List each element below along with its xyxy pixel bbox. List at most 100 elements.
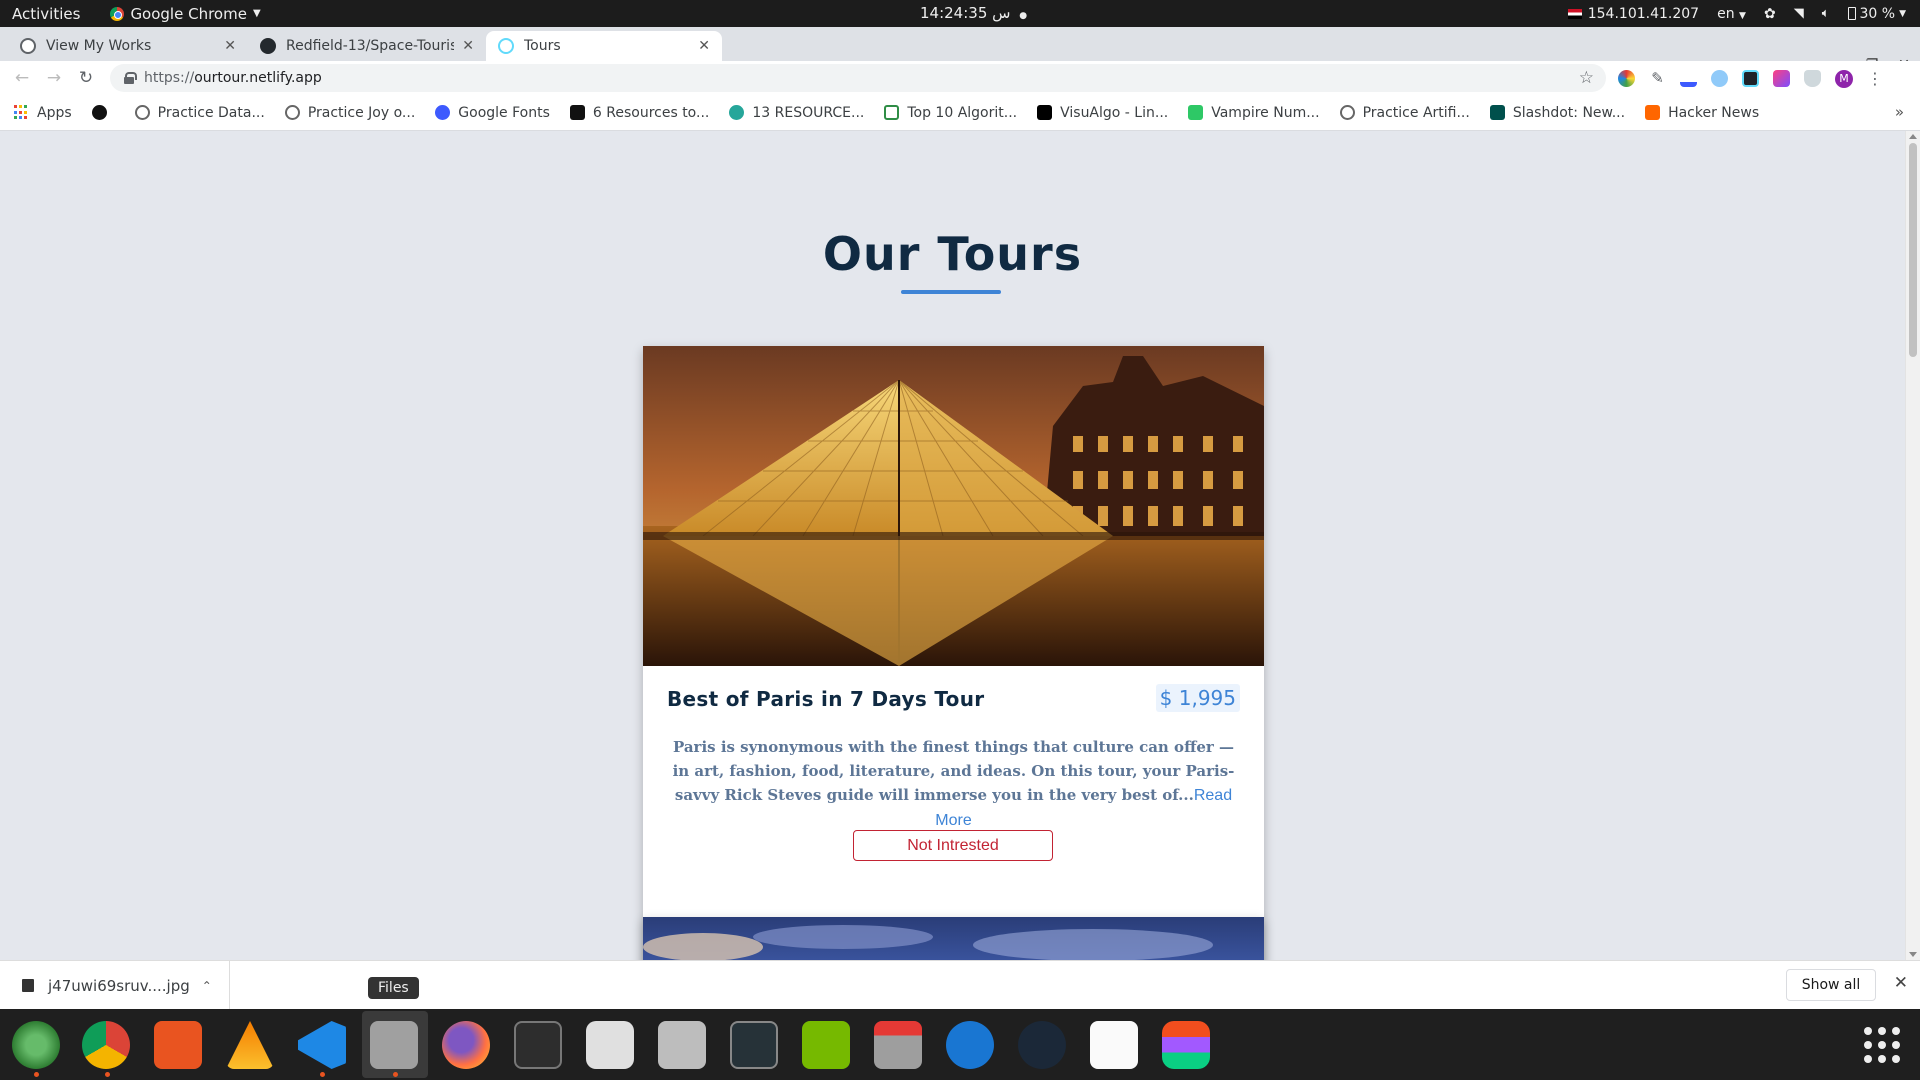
activities-button[interactable]: Activities <box>12 5 80 23</box>
bookmark-github[interactable] <box>91 105 115 120</box>
clock-label: 14:24:35 س <box>920 4 1011 22</box>
vpn-indicator[interactable]: 154.101.41.207 <box>1567 5 1700 22</box>
figma-icon[interactable] <box>1162 1021 1210 1069</box>
bookmark-slashdot[interactable]: Slashdot: New... <box>1489 105 1625 121</box>
battery-icon <box>1847 7 1856 20</box>
tab-title: View My Works <box>46 38 152 54</box>
software-center-icon[interactable] <box>154 1021 202 1069</box>
running-indicator <box>34 1072 39 1077</box>
bookmark-label: 6 Resources to... <box>592 104 710 121</box>
shield-extension-icon[interactable] <box>1804 70 1821 87</box>
wappalyzer-extension-icon[interactable] <box>1711 70 1728 87</box>
app-menu[interactable]: Google Chrome ▼ <box>110 4 261 23</box>
scrollbar-thumb[interactable] <box>1909 143 1917 357</box>
menu-kebab-icon[interactable]: ⋮ <box>1867 69 1883 88</box>
site-icon <box>729 105 745 120</box>
show-all-button[interactable]: Show all <box>1786 969 1876 1001</box>
lock-icon[interactable] <box>124 72 137 84</box>
ip-address: 154.101.41.207 <box>1587 5 1700 22</box>
bookmark-vampire-numbers[interactable]: Vampire Num... <box>1188 104 1320 121</box>
chevron-down-icon: ▼ <box>1899 8 1906 19</box>
bookmark-label: Google Fonts <box>458 104 550 121</box>
system-monitor-icon[interactable] <box>730 1021 778 1069</box>
vscode-icon[interactable] <box>298 1021 346 1069</box>
chevron-up-icon[interactable]: ⌃ <box>202 979 212 993</box>
bookmark-practice-data[interactable]: Practice Data... <box>134 104 265 121</box>
more-bookmarks-icon[interactable]: » <box>1895 103 1904 121</box>
battery-label: 30 % <box>1859 5 1896 22</box>
apps-grid-icon <box>14 105 29 120</box>
evince-icon[interactable] <box>1090 1021 1138 1069</box>
tab-tours[interactable]: Tours ✕ <box>486 31 722 61</box>
volume-icon[interactable]: 🔈︎ <box>1822 6 1830 21</box>
installer-icon[interactable] <box>874 1021 922 1069</box>
react-devtools-extension-icon[interactable] <box>1742 70 1759 87</box>
help-icon[interactable] <box>946 1021 994 1069</box>
hackerrank-icon <box>1188 105 1204 120</box>
bookmark-practice-ai[interactable]: Practice Artifi... <box>1339 105 1470 121</box>
profile-avatar[interactable]: M <box>1835 69 1853 88</box>
address-bar[interactable]: https:// ourtour.netlify.app ☆ <box>110 64 1606 92</box>
page-title: Our Tours <box>822 227 1083 281</box>
bookmark-label: Vampire Num... <box>1211 104 1320 121</box>
atom-icon[interactable] <box>12 1021 60 1069</box>
extension-indicator-icon[interactable]: ✿ <box>1764 6 1776 22</box>
eyedropper-extension-icon[interactable]: ✎ <box>1649 70 1666 87</box>
nvidia-settings-icon[interactable] <box>802 1021 850 1069</box>
tab-view-my-works[interactable]: View My Works ✕ <box>8 31 248 61</box>
globe-icon <box>1339 105 1355 120</box>
react-icon <box>498 38 514 54</box>
app-menu-label: Google Chrome <box>130 4 247 23</box>
files-icon[interactable] <box>370 1021 418 1069</box>
rhythmbox-icon[interactable] <box>586 1021 634 1069</box>
gradient-extension-icon[interactable] <box>1773 70 1790 87</box>
slashdot-icon <box>1489 105 1505 120</box>
terminal-icon[interactable] <box>514 1021 562 1069</box>
wifi-icon[interactable]: ◥ <box>1794 6 1804 21</box>
not-interested-button[interactable]: Not Intrested <box>853 830 1053 861</box>
close-icon[interactable]: ✕ <box>698 38 710 54</box>
steam-icon[interactable] <box>1018 1021 1066 1069</box>
settings-icon[interactable] <box>658 1021 706 1069</box>
scroll-down-icon[interactable] <box>1909 952 1917 957</box>
bookmark-top-10-algorithms[interactable]: Top 10 Algorit... <box>884 105 1017 121</box>
close-icon[interactable]: ✕ <box>1894 973 1908 993</box>
tab-space-tourism[interactable]: Redfield-13/Space-Touris ✕ <box>248 31 486 61</box>
bookmark-star-icon[interactable]: ☆ <box>1579 68 1594 88</box>
running-indicator <box>105 1072 110 1077</box>
keyboard-layout[interactable]: en ▼ <box>1717 6 1746 22</box>
tour-description-text: Paris is synonymous with the finest thin… <box>672 738 1235 804</box>
back-button[interactable]: ← <box>6 68 38 88</box>
color-picker-extension-icon[interactable] <box>1618 70 1635 87</box>
clock[interactable]: 14:24:35 س ● <box>920 4 1027 22</box>
bookmark-label: Practice Data... <box>157 104 265 121</box>
reload-button[interactable]: ↻ <box>70 68 102 88</box>
close-icon[interactable]: ✕ <box>462 38 474 54</box>
bookmark-label: VisuAlgo - Lin... <box>1060 104 1169 121</box>
running-indicator <box>320 1072 325 1077</box>
forward-button[interactable]: → <box>38 68 70 88</box>
page-viewport: Our Tours Best of Paris in 7 Days Tour $… <box>0 131 1920 960</box>
globe-icon <box>284 105 300 120</box>
visualgo-icon <box>1037 105 1053 120</box>
firefox-icon[interactable] <box>442 1021 490 1069</box>
bookmark-13-resource[interactable]: 13 RESOURCE... <box>729 105 864 121</box>
bookmark-practice-joy[interactable]: Practice Joy o... <box>284 105 415 121</box>
download-item[interactable]: j47uwi69sruv....jpg ⌃ <box>0 961 230 1010</box>
close-icon[interactable]: ✕ <box>224 38 236 54</box>
bookmark-label: Apps <box>37 104 72 121</box>
pen-extension-icon[interactable] <box>1680 70 1697 87</box>
title-underline <box>901 290 1001 294</box>
bookmark-google-fonts[interactable]: Google Fonts <box>435 105 550 121</box>
vlc-icon[interactable] <box>226 1021 274 1069</box>
bookmark-visualgo[interactable]: VisuAlgo - Lin... <box>1037 105 1168 121</box>
bookmark-6-resources[interactable]: 6 Resources to... <box>569 104 710 121</box>
page-scrollbar[interactable] <box>1905 131 1920 960</box>
chrome-icon[interactable] <box>82 1021 130 1069</box>
battery-indicator[interactable]: 30 % ▼ <box>1847 5 1906 22</box>
tab-title: Redfield-13/Space-Touris <box>286 38 455 54</box>
show-applications-icon[interactable] <box>1864 1027 1900 1063</box>
scroll-up-icon[interactable] <box>1909 134 1917 139</box>
bookmark-apps[interactable]: Apps <box>14 105 72 121</box>
bookmark-hacker-news[interactable]: Hacker News <box>1645 105 1759 121</box>
